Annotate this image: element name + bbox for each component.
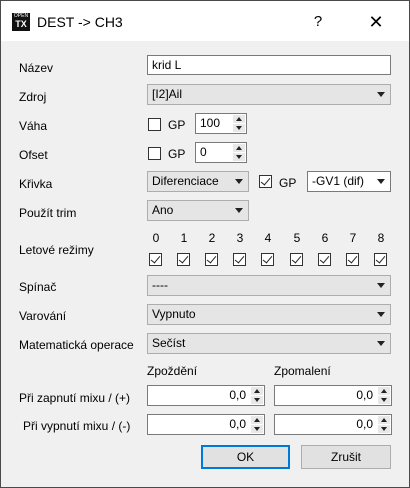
mix-on-label: Při zapnutí mixu / (+)	[19, 391, 131, 405]
flight-mode-number: 7	[349, 231, 357, 245]
slow-down-spinbox[interactable]: 0,0	[274, 414, 392, 435]
flight-mode-3-checkbox[interactable]	[233, 253, 246, 266]
weight-spinbox[interactable]: 100	[195, 113, 247, 134]
switch-label: Spínač	[19, 280, 57, 294]
curve-type-select[interactable]: Diferenciace	[147, 171, 249, 192]
spin-down-icon[interactable]	[233, 124, 245, 132]
help-button[interactable]: ?	[307, 11, 329, 33]
warning-value: Vypnuto	[152, 307, 196, 321]
offset-label: Ofset	[19, 148, 48, 162]
mix-edit-dialog: OPEN TX DEST -> CH3 ? ✕ Název krid L Zdr…	[0, 0, 410, 488]
title-bar: OPEN TX DEST -> CH3 ? ✕	[1, 1, 409, 41]
flight-mode-number: 5	[293, 231, 301, 245]
weight-gp-label: GP	[168, 118, 186, 132]
source-select[interactable]: [I2]Ail	[147, 84, 391, 105]
chevron-down-icon	[377, 312, 385, 317]
warning-label: Varování	[19, 309, 67, 323]
spin-up-icon[interactable]	[378, 387, 390, 395]
flight-mode-number: 4	[264, 231, 272, 245]
switch-value: ----	[152, 278, 168, 292]
spin-down-icon[interactable]	[233, 153, 245, 161]
spin-down-icon[interactable]	[378, 396, 390, 404]
flight-mode-1-checkbox[interactable]	[177, 253, 190, 266]
spin-up-icon[interactable]	[233, 115, 245, 123]
weight-value: 100	[200, 116, 221, 130]
flight-mode-number: 0	[152, 231, 160, 245]
switch-select[interactable]: ----	[147, 275, 391, 296]
flight-mode-number: 1	[180, 231, 188, 245]
trim-label: Použít trim	[19, 206, 77, 220]
spin-up-icon[interactable]	[378, 416, 390, 424]
spin-up-icon[interactable]	[233, 144, 245, 152]
source-value: [I2]Ail	[152, 87, 183, 101]
flight-mode-number: 3	[236, 231, 244, 245]
flight-mode-5-checkbox[interactable]	[290, 253, 303, 266]
cancel-button[interactable]: Zrušit	[301, 445, 391, 469]
delay-header: Zpoždění	[147, 364, 198, 378]
close-button[interactable]: ✕	[365, 11, 387, 33]
slow-down-value: 0,0	[356, 417, 373, 431]
weight-gp-checkbox[interactable]	[148, 118, 161, 131]
curve-label: Křivka	[19, 177, 53, 191]
offset-gp-checkbox[interactable]	[148, 147, 161, 160]
curve-value-select[interactable]: -GV1 (dif)	[307, 171, 391, 192]
delay-up-spinbox[interactable]: 0,0	[147, 385, 265, 406]
delay-up-value: 0,0	[229, 388, 246, 402]
delay-down-value: 0,0	[229, 417, 246, 431]
spin-down-icon[interactable]	[251, 425, 263, 433]
flight-mode-number: 2	[208, 231, 216, 245]
source-label: Zdroj	[19, 90, 47, 104]
slow-header: Zpomalení	[274, 364, 331, 378]
slow-up-value: 0,0	[356, 388, 373, 402]
chevron-down-icon	[377, 92, 385, 97]
chevron-down-icon	[377, 341, 385, 346]
chevron-down-icon	[235, 208, 243, 213]
opentx-app-icon: OPEN TX	[12, 13, 30, 31]
curve-gp-checkbox[interactable]	[259, 175, 272, 188]
chevron-down-icon	[377, 179, 385, 184]
delay-down-spinbox[interactable]: 0,0	[147, 414, 265, 435]
mix-off-label: Při vypnutí mixu / (-)	[23, 419, 131, 433]
flight-mode-6-checkbox[interactable]	[318, 253, 331, 266]
flight-mode-number: 6	[321, 231, 329, 245]
flight-modes-label: Letové režimy	[19, 243, 94, 257]
trim-value: Ano	[152, 203, 174, 217]
flight-mode-number: 8	[377, 231, 385, 245]
window-title: DEST -> CH3	[37, 14, 123, 30]
curve-gp-label: GP	[279, 176, 297, 190]
flight-mode-4-checkbox[interactable]	[261, 253, 274, 266]
flight-mode-0-checkbox[interactable]	[149, 253, 162, 266]
math-operation-value: Sečíst	[152, 336, 186, 350]
spin-down-icon[interactable]	[251, 396, 263, 404]
name-label: Název	[19, 61, 54, 75]
dialog-body: Název krid L Zdroj [I2]Ail Váha GP 100 O…	[1, 41, 409, 487]
offset-spinbox[interactable]: 0	[195, 142, 247, 163]
trim-select[interactable]: Ano	[147, 200, 249, 221]
math-operation-label: Matematická operace	[19, 338, 134, 352]
flight-mode-7-checkbox[interactable]	[346, 253, 359, 266]
chevron-down-icon	[377, 283, 385, 288]
curve-type-value: Diferenciace	[152, 174, 219, 188]
offset-gp-label: GP	[168, 147, 186, 161]
weight-label: Váha	[19, 119, 48, 133]
name-input[interactable]: krid L	[147, 55, 391, 75]
warning-select[interactable]: Vypnuto	[147, 304, 391, 325]
spin-up-icon[interactable]	[251, 416, 263, 424]
ok-button[interactable]: OK	[201, 445, 290, 469]
flight-mode-8-checkbox[interactable]	[374, 253, 387, 266]
math-operation-select[interactable]: Sečíst	[147, 333, 391, 354]
offset-value: 0	[200, 145, 207, 159]
spin-down-icon[interactable]	[378, 425, 390, 433]
spin-up-icon[interactable]	[251, 387, 263, 395]
slow-up-spinbox[interactable]: 0,0	[274, 385, 392, 406]
curve-value: -GV1 (dif)	[312, 174, 365, 188]
flight-mode-2-checkbox[interactable]	[205, 253, 218, 266]
chevron-down-icon	[235, 179, 243, 184]
